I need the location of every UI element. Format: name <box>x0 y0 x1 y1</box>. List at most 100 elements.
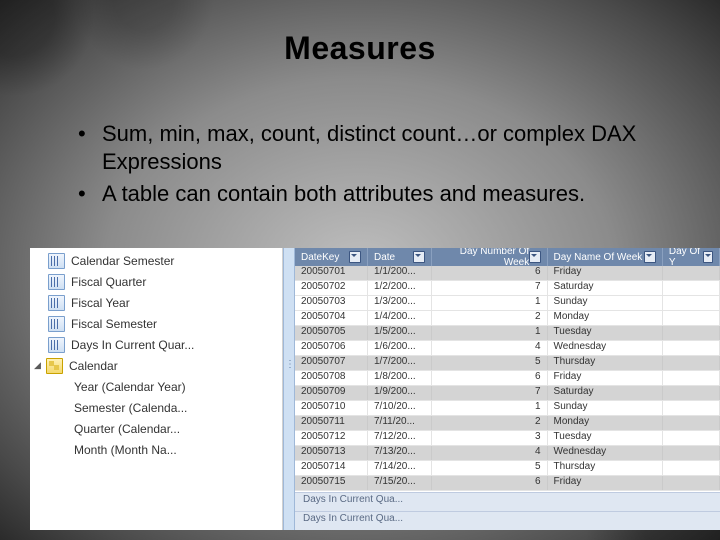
field-label: Year (Calendar Year) <box>74 380 186 394</box>
column-header[interactable]: Day Name Of Week <box>548 248 663 266</box>
table-cell: Saturday <box>548 281 663 295</box>
field-label: Fiscal Quarter <box>71 275 146 289</box>
field-item[interactable]: Fiscal Year <box>30 292 282 313</box>
hierarchy-level[interactable]: Quarter (Calendar... <box>30 418 282 439</box>
filter-dropdown-icon[interactable] <box>703 251 713 263</box>
table-cell: 20050710 <box>295 401 368 415</box>
table-row[interactable]: 200507041/4/200...2Monday <box>295 311 720 326</box>
table-cell: 7 <box>432 386 547 400</box>
column-icon <box>48 295 65 311</box>
table-row[interactable]: 200507051/5/200...1Tuesday <box>295 326 720 341</box>
table-cell: 7/13/20... <box>368 446 432 460</box>
splitter[interactable] <box>283 248 295 530</box>
column-icon <box>48 316 65 332</box>
table-cell: 1/7/200... <box>368 356 432 370</box>
table-cell: Sunday <box>548 401 663 415</box>
field-label: Semester (Calenda... <box>74 401 187 415</box>
column-header[interactable]: Day Number Of Week <box>432 248 547 266</box>
table-cell <box>663 296 720 310</box>
table-cell <box>663 266 720 280</box>
field-item[interactable]: Fiscal Quarter <box>30 271 282 292</box>
filter-dropdown-icon[interactable] <box>644 251 656 263</box>
table-cell: 1/9/200... <box>368 386 432 400</box>
bullet-list: Sum, min, max, count, distinct count…or … <box>78 120 710 212</box>
table-row[interactable]: 200507147/14/20...5Thursday <box>295 461 720 476</box>
table-cell: 7/12/20... <box>368 431 432 445</box>
hierarchy-item[interactable]: ◢ Calendar <box>30 355 282 376</box>
table-cell: Monday <box>548 311 663 325</box>
table-cell <box>663 476 720 490</box>
filter-dropdown-icon[interactable] <box>349 251 361 263</box>
table-cell: Friday <box>548 371 663 385</box>
table-cell: 20050712 <box>295 431 368 445</box>
column-icon <box>48 253 65 269</box>
hierarchy-level[interactable]: Year (Calendar Year) <box>30 376 282 397</box>
table-row[interactable]: 200507107/10/20...1Sunday <box>295 401 720 416</box>
field-label: Days In Current Quar... <box>71 338 194 352</box>
table-row[interactable]: 200507021/2/200...7Saturday <box>295 281 720 296</box>
table-cell: 20050706 <box>295 341 368 355</box>
bullet-item: A table can contain both attributes and … <box>78 180 710 208</box>
column-header-label: Day Number Of Week <box>438 248 529 268</box>
column-header-label: Day Name Of Week <box>554 252 643 263</box>
column-icon <box>48 337 65 353</box>
column-header[interactable]: Day Of Y <box>663 248 720 266</box>
table-cell <box>663 311 720 325</box>
table-cell: 7 <box>432 281 547 295</box>
table-cell: 20050708 <box>295 371 368 385</box>
screenshot-panel: Calendar Semester Fiscal Quarter Fiscal Ye… <box>30 248 720 530</box>
table-row[interactable]: 200507071/7/200...5Thursday <box>295 356 720 371</box>
field-item[interactable]: Fiscal Semester <box>30 313 282 334</box>
table-cell: 1 <box>432 326 547 340</box>
table-cell: 20050701 <box>295 266 368 280</box>
slide-title: Measures <box>0 30 720 67</box>
table-row[interactable]: 200507137/13/20...4Wednesday <box>295 446 720 461</box>
table-cell: Wednesday <box>548 341 663 355</box>
hierarchy-level[interactable]: Month (Month Na... <box>30 439 282 460</box>
table-cell <box>663 356 720 370</box>
table-row[interactable]: 200507157/15/20...6Friday <box>295 476 720 491</box>
filter-dropdown-icon[interactable] <box>529 251 540 263</box>
field-label: Month (Month Na... <box>74 443 177 457</box>
table-cell <box>663 371 720 385</box>
table-cell: 20050705 <box>295 326 368 340</box>
bullet-item: Sum, min, max, count, distinct count…or … <box>78 120 710 176</box>
column-header[interactable]: Date <box>368 248 432 266</box>
table-cell: 1/1/200... <box>368 266 432 280</box>
hierarchy-icon <box>46 358 63 374</box>
field-label: Calendar <box>69 359 118 373</box>
grid-footer: Days In Current Qua...Days In Current Qu… <box>295 492 720 530</box>
column-header[interactable]: DateKey <box>295 248 368 266</box>
table-row[interactable]: 200507011/1/200...6Friday <box>295 266 720 281</box>
table-cell <box>663 416 720 430</box>
table-cell: Thursday <box>548 461 663 475</box>
table-cell: 4 <box>432 446 547 460</box>
field-item[interactable]: Calendar Semester <box>30 250 282 271</box>
grid-body: 200507011/1/200...6Friday200507021/2/200… <box>295 266 720 492</box>
table-row[interactable]: 200507061/6/200...4Wednesday <box>295 341 720 356</box>
calc-area-row[interactable]: Days In Current Qua... <box>295 492 720 511</box>
table-row[interactable]: 200507031/3/200...1Sunday <box>295 296 720 311</box>
expand-icon[interactable]: ◢ <box>34 360 44 371</box>
filter-dropdown-icon[interactable] <box>413 251 425 263</box>
table-row[interactable]: 200507081/8/200...6Friday <box>295 371 720 386</box>
table-cell: 1/3/200... <box>368 296 432 310</box>
table-cell: Thursday <box>548 356 663 370</box>
table-cell <box>663 431 720 445</box>
hierarchy-level[interactable]: Semester (Calenda... <box>30 397 282 418</box>
table-cell: Wednesday <box>548 446 663 460</box>
field-item[interactable]: Days In Current Quar... <box>30 334 282 355</box>
table-cell: 7/11/20... <box>368 416 432 430</box>
table-cell: 1/2/200... <box>368 281 432 295</box>
field-label: Fiscal Year <box>71 296 130 310</box>
table-row[interactable]: 200507091/9/200...7Saturday <box>295 386 720 401</box>
calc-area-row[interactable]: Days In Current Qua... <box>295 511 720 530</box>
grid-header-row: DateKeyDate Day Number Of Week Day Name Of… <box>295 248 720 266</box>
table-cell: 20050715 <box>295 476 368 490</box>
table-cell: Tuesday <box>548 326 663 340</box>
table-cell <box>663 461 720 475</box>
table-cell <box>663 281 720 295</box>
table-row[interactable]: 200507117/11/20...2Monday <box>295 416 720 431</box>
table-row[interactable]: 200507127/12/20...3Tuesday <box>295 431 720 446</box>
field-label: Calendar Semester <box>71 254 174 268</box>
